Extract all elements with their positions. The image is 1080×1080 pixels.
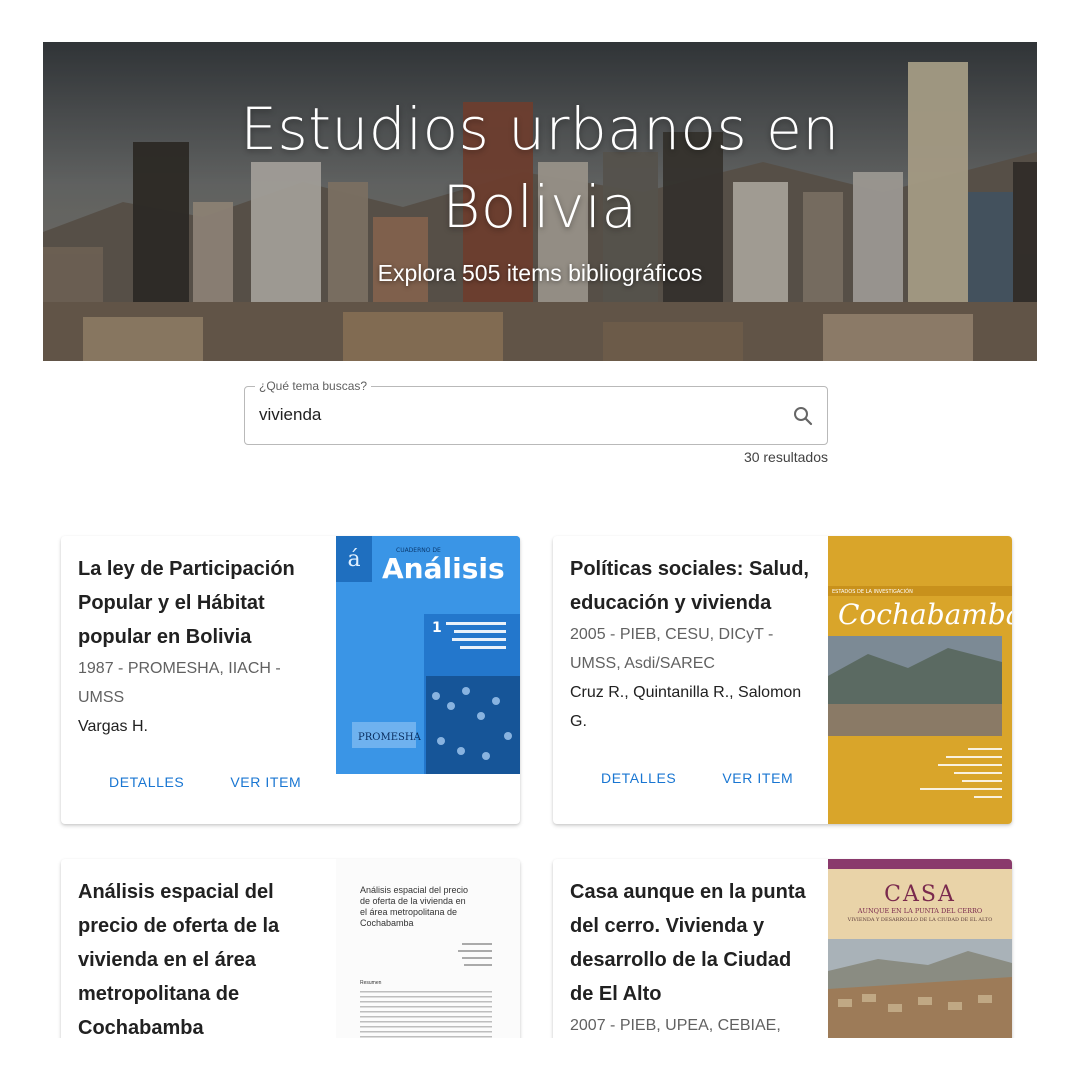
- view-item-button[interactable]: VER ITEM: [230, 774, 301, 790]
- cover-publisher: PROMESHA: [358, 732, 422, 743]
- card-meta: 2005 - PIEB, CESU, DICyT - UMSS, Asdi/SA…: [570, 626, 774, 672]
- details-button[interactable]: DETALLES: [601, 770, 676, 786]
- card-text: Casa aunque en la punta del cerro. Vivie…: [570, 875, 810, 1040]
- card-actions: DETALLES VER ITEM: [109, 774, 301, 790]
- card-text: La ley de Participación Popular y el Háb…: [78, 552, 318, 741]
- card-actions: DETALLES VER ITEM: [601, 770, 793, 786]
- cover-header: ESTADOS DE LA INVESTIGACIÓN: [832, 588, 913, 595]
- svg-text:á: á: [347, 547, 360, 572]
- cover-brand: CASA: [884, 882, 956, 907]
- card-title: La ley de Participación Popular y el Háb…: [78, 558, 295, 648]
- svg-text:el área metropolitana de: el área metropolitana de: [360, 907, 457, 917]
- svg-text:de oferta de la vivienda en: de oferta de la vivienda en: [360, 896, 466, 906]
- search-input[interactable]: [259, 405, 779, 425]
- search-label: ¿Qué tema buscas?: [255, 379, 372, 393]
- page-title-line2: Bolivia: [442, 173, 638, 241]
- cover-sub2: VIVIENDA Y DESARROLLO DE LA CIUDAD DE EL…: [847, 917, 993, 923]
- card-meta: 1987 - PROMESHA, IIACH - UMSS: [78, 660, 281, 706]
- hero-banner: Estudios urbanos en Bolivia Explora 505 …: [43, 42, 1037, 361]
- page-title: Estudios urbanos en Bolivia: [43, 90, 1037, 246]
- svg-text:Análisis espacial del precio: Análisis espacial del precio: [360, 885, 468, 895]
- results-count: 30 resultados: [743, 449, 828, 465]
- details-button[interactable]: DETALLES: [109, 774, 184, 790]
- book-cover-image[interactable]: á CUADERNO DE Análisis 1 PROMESHA: [336, 536, 520, 774]
- card-title: Políticas sociales: Salud, educación y v…: [570, 558, 809, 614]
- card-text: Políticas sociales: Salud, educación y v…: [570, 552, 810, 736]
- view-item-button[interactable]: VER ITEM: [722, 770, 793, 786]
- card-text: Análisis espacial del precio de oferta d…: [78, 875, 318, 1045]
- cover-brand: Cochabamba: [838, 598, 1012, 631]
- page-bottom-edge: [0, 1038, 1080, 1080]
- search-icon[interactable]: [791, 404, 815, 428]
- result-card: La ley de Participación Popular y el Háb…: [61, 536, 520, 824]
- cover-artwork: ESTADOS DE LA INVESTIGACIÓN Cochabamba: [828, 536, 1012, 824]
- cover-section: Resumen: [360, 980, 382, 986]
- book-cover-image[interactable]: ESTADOS DE LA INVESTIGACIÓN Cochabamba: [828, 536, 1012, 824]
- card-meta: 2007 - PIEB, UPEA, CEBIAE,: [570, 1017, 781, 1034]
- cover-artwork: á CUADERNO DE Análisis 1 PROMESHA: [336, 536, 520, 774]
- card-title: Análisis espacial del precio de oferta d…: [78, 881, 280, 1039]
- cover-number: 1: [432, 620, 442, 636]
- page-subtitle: Explora 505 items bibliográficos: [377, 260, 703, 286]
- page-title-line1: Estudios urbanos en: [240, 95, 840, 163]
- card-authors: Vargas H.: [78, 718, 148, 735]
- cover-brand: Análisis: [382, 552, 505, 585]
- card-authors: Cruz R., Quintanilla R., Salomon G.: [570, 684, 802, 730]
- search-field[interactable]: ¿Qué tema buscas?: [244, 379, 828, 445]
- cover-sub1: AUNQUE EN LA PUNTA DEL CERRO: [857, 907, 982, 915]
- card-title: Casa aunque en la punta del cerro. Vivie…: [570, 881, 806, 1005]
- result-card: Políticas sociales: Salud, educación y v…: [553, 536, 1012, 824]
- svg-text:Cochabamba: Cochabamba: [360, 918, 414, 928]
